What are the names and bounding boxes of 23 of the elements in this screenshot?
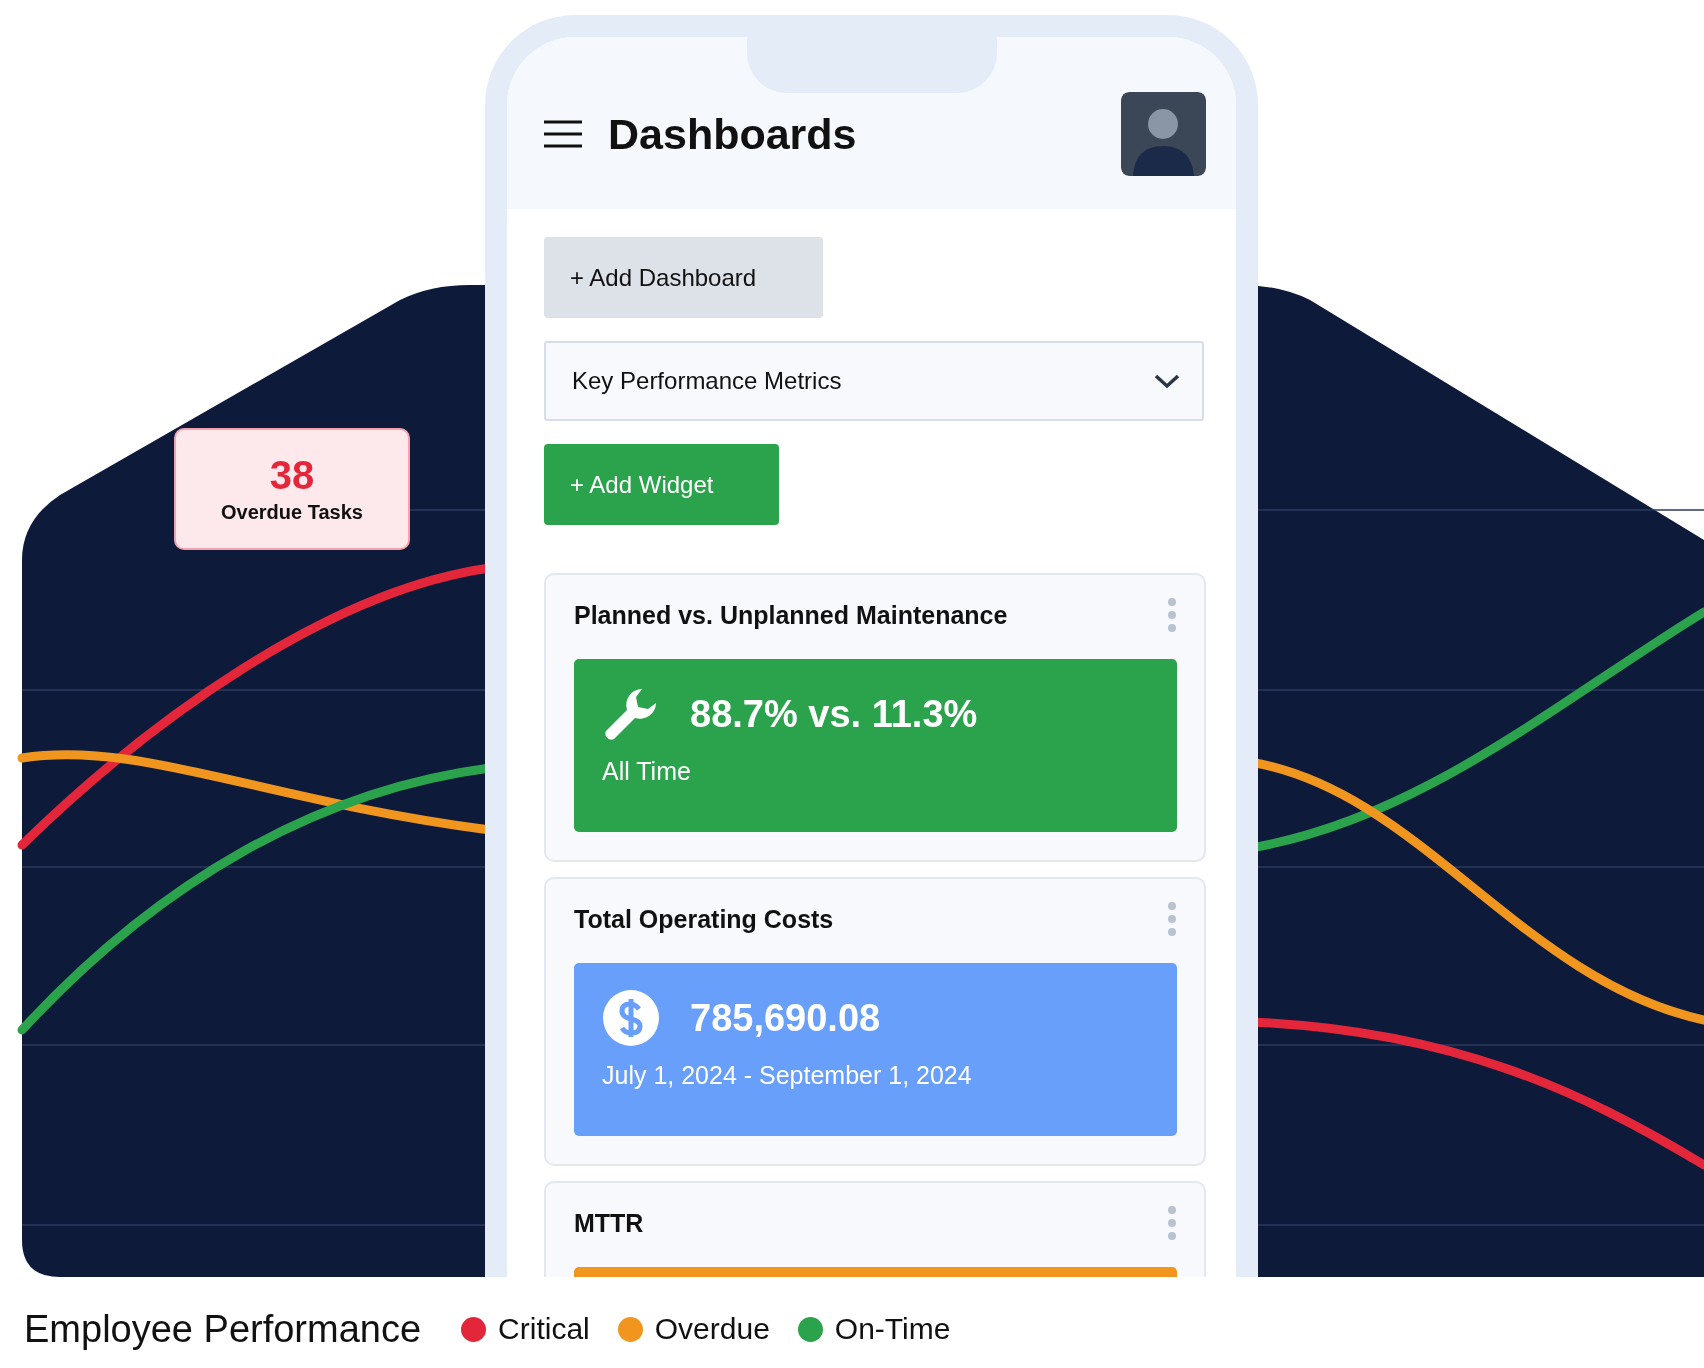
- dashboard-select[interactable]: Key Performance Metrics: [544, 341, 1204, 421]
- more-options-icon[interactable]: [1167, 597, 1177, 633]
- more-options-icon[interactable]: [1167, 1205, 1177, 1241]
- overdue-label: Overdue Tasks: [221, 500, 363, 524]
- page-title: Dashboards: [608, 109, 858, 159]
- more-options-icon[interactable]: [1167, 901, 1177, 937]
- avatar-photo-placeholder[interactable]: [1121, 92, 1206, 176]
- widget-title: MTTR: [574, 1208, 644, 1238]
- chevron-down-icon: [1154, 373, 1180, 389]
- widget-title: Planned vs. Unplanned Maintenance: [574, 600, 1008, 630]
- legend-label: Overdue: [654, 1312, 770, 1346]
- legend-label: On-Time: [834, 1312, 951, 1346]
- kpi-value: 88.7% vs. 11.3%: [690, 692, 978, 736]
- kpi-period: All Time: [602, 757, 691, 786]
- kpi-period: July 1, 2024 - September 1, 2024: [602, 1061, 972, 1090]
- legend-title: Employee Performance: [24, 1307, 422, 1351]
- kpi-value: 785,690.08: [690, 996, 881, 1040]
- overdue-count: 38: [269, 454, 315, 495]
- dollar-coin-icon: [602, 989, 660, 1047]
- menu-icon[interactable]: [544, 120, 582, 148]
- legend-label: Critical: [498, 1312, 590, 1346]
- add-dashboard-button[interactable]: + Add Dashboard: [544, 237, 823, 318]
- widget-title: Total Operating Costs: [574, 904, 834, 934]
